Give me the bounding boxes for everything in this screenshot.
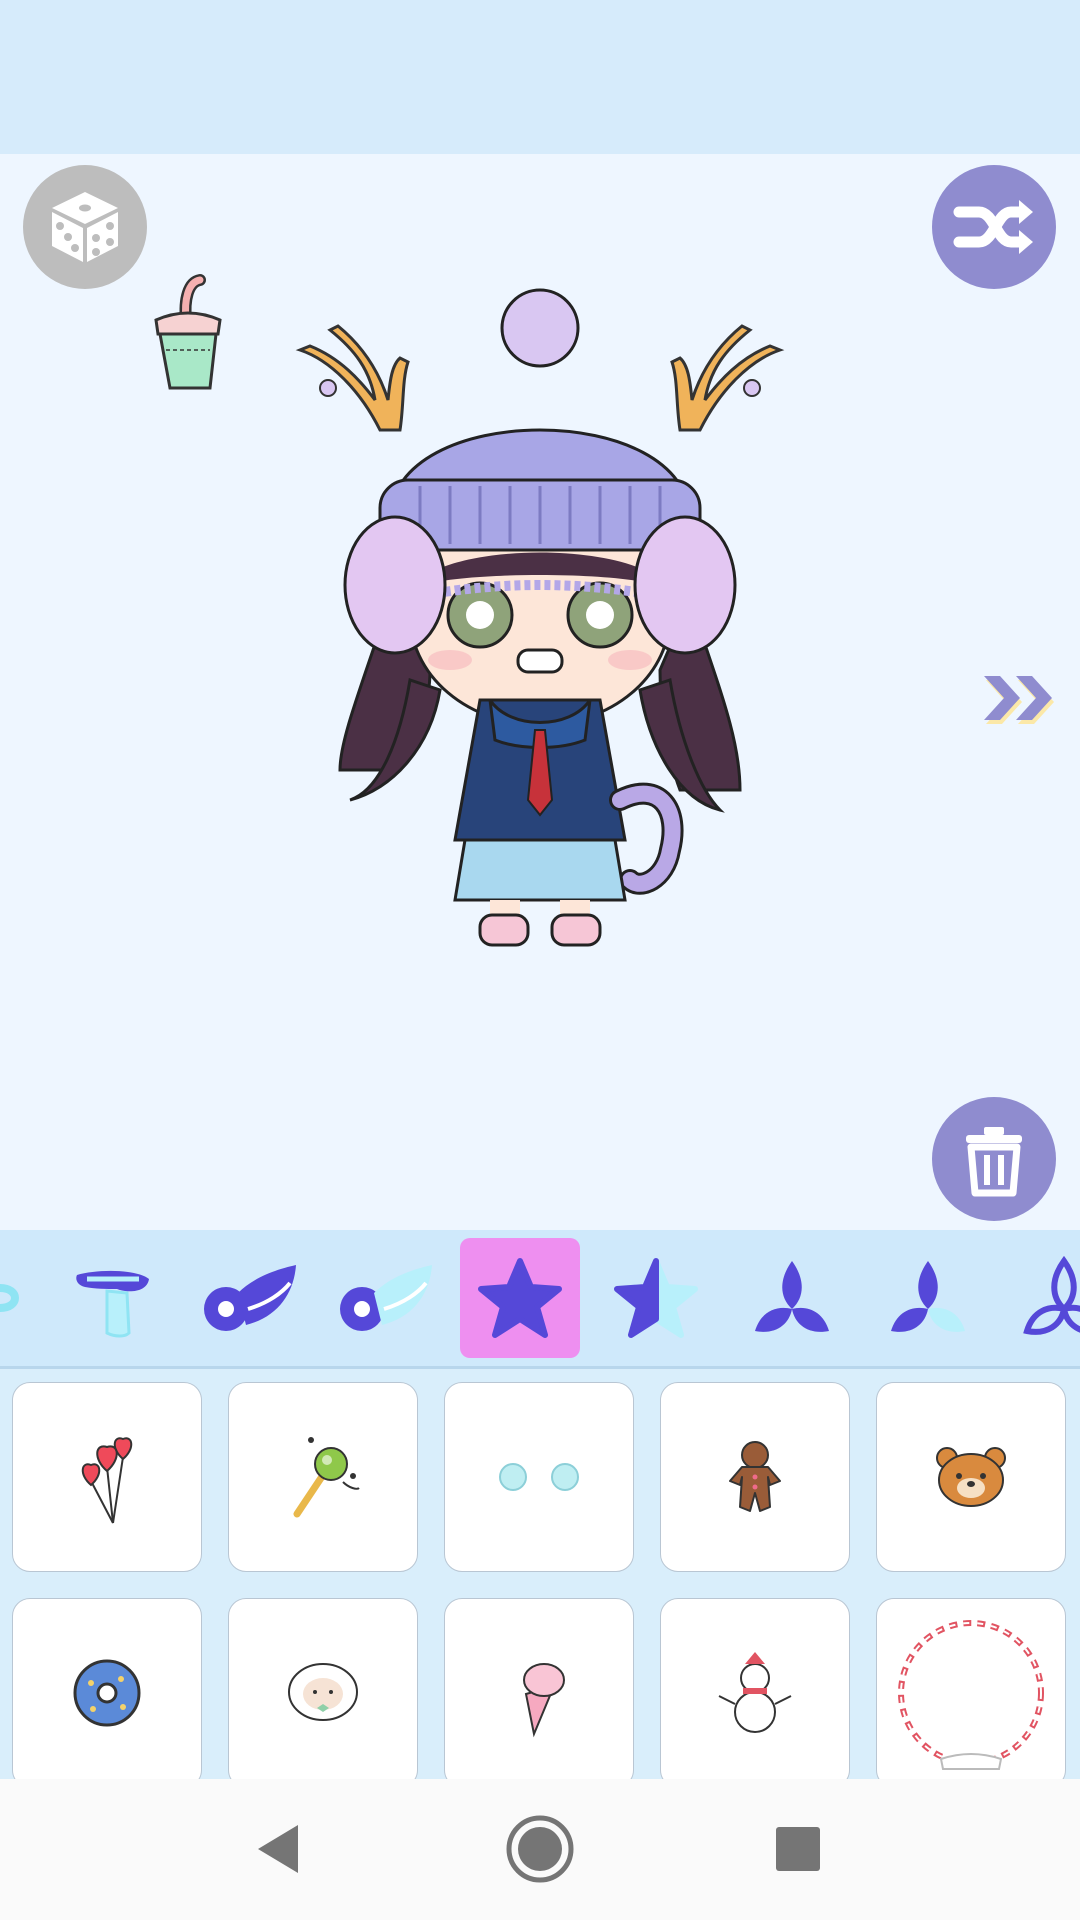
heart-balloons-icon [81, 1437, 133, 1524]
item-blue-dots[interactable] [444, 1382, 634, 1572]
next-button[interactable] [980, 670, 1062, 730]
dice-icon [52, 192, 118, 262]
category-ribbon[interactable] [52, 1238, 172, 1358]
avatar-character[interactable] [280, 270, 800, 950]
double-chevron-right-icon [984, 676, 1054, 724]
star-icon [478, 1258, 562, 1338]
random-dice-button[interactable] [23, 165, 147, 289]
item-grid [0, 1369, 1080, 1779]
donut-icon [73, 1659, 141, 1727]
triquetra-outline-icon [1023, 1255, 1080, 1335]
snowman-icon [718, 1652, 792, 1733]
bear-face-icon [936, 1447, 1006, 1507]
home-circle-icon [506, 1815, 574, 1883]
item-donut[interactable] [12, 1598, 202, 1779]
shuffle-icon [953, 200, 1033, 254]
item-ice-cream[interactable] [444, 1598, 634, 1779]
item-heart-balloons[interactable] [12, 1382, 202, 1572]
delete-button[interactable] [932, 1097, 1056, 1221]
category-triquetra[interactable] [732, 1238, 852, 1358]
category-triquetra-light[interactable] [868, 1238, 988, 1358]
ribbon-icon [76, 1270, 149, 1338]
back-triangle-icon [258, 1825, 298, 1873]
triquetra-light-icon [891, 1261, 965, 1332]
drink-cup-sticker[interactable] [148, 270, 228, 400]
category-wing[interactable] [188, 1238, 308, 1358]
top-bar [0, 0, 1080, 154]
item-gingerbread-man[interactable] [660, 1382, 850, 1572]
partial-item-icon [0, 1284, 19, 1312]
candy-wreath-icon [898, 1620, 1044, 1770]
item-magic-wand[interactable] [228, 1382, 418, 1572]
ice-cream-icon [523, 1663, 565, 1738]
category-partial[interactable] [0, 1238, 40, 1358]
trash-icon [966, 1127, 1022, 1197]
category-wing-light[interactable] [324, 1238, 444, 1358]
back-button[interactable] [230, 1799, 330, 1899]
item-bear-face[interactable] [876, 1382, 1066, 1572]
item-candy-wreath[interactable] [876, 1598, 1066, 1779]
system-navigation-bar [0, 1779, 1080, 1920]
wing-icon [204, 1265, 296, 1331]
blue-dots-icon [499, 1463, 579, 1491]
wing-light-icon [340, 1265, 432, 1331]
item-snowman[interactable] [660, 1598, 850, 1779]
shuffle-button[interactable] [932, 165, 1056, 289]
sheep-icon [288, 1663, 358, 1721]
home-button[interactable] [490, 1799, 590, 1899]
half-star-icon [614, 1258, 698, 1338]
recents-square-icon [776, 1827, 820, 1871]
gingerbread-man-icon [729, 1441, 781, 1512]
item-sheep[interactable] [228, 1598, 418, 1779]
recents-button[interactable] [748, 1799, 848, 1899]
category-triquetra-outline[interactable] [1004, 1238, 1080, 1358]
category-star[interactable] [460, 1238, 580, 1358]
magic-wand-icon [293, 1437, 360, 1518]
category-half-star[interactable] [596, 1238, 716, 1358]
category-bar [0, 1230, 1080, 1369]
triquetra-icon [755, 1261, 829, 1332]
